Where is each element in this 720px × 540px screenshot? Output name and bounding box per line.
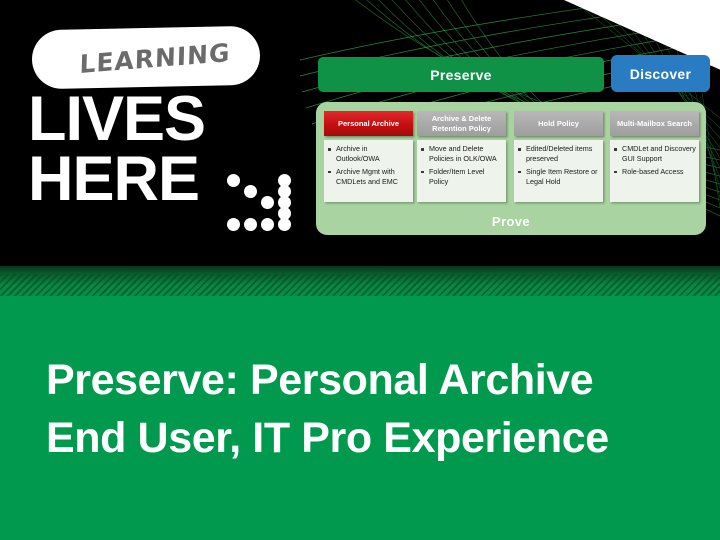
column-body: Move and Delete Policies in OLK/OWA Fold… [417,140,506,202]
diagram-column-archive-delete-retention-policy[interactable]: Archive & Delete Retention Policy Move a… [417,111,506,202]
prove-panel-label: Prove [491,214,531,229]
list-item: Archive in Outlook/OWA [327,144,410,165]
preserve-header-label: Preserve [430,66,492,83]
diagram-column-multi-mailbox-search[interactable]: Multi-Mailbox Search CMDLet and Discover… [610,111,699,202]
learning-lives-here-logo: LEARNING LIVES HERE [22,25,322,238]
diagram-column-hold-policy[interactable]: Hold Policy Edited/Deleted items preserv… [514,111,603,202]
list-item: CMDLet and Discovery GUI Support [613,144,696,165]
slide-body: Preserve: Personal Archive End User, IT … [0,296,720,540]
logo-word-here: HERE [28,144,200,214]
slide-root: LEARNING LIVES HERE Preserve Discover Pe… [0,0,720,540]
logo-word-lives: LIVES [28,84,206,154]
list-item: Role-based Access [613,167,696,177]
page-title-line2: End User, IT Pro Experience [46,414,609,463]
column-body: Archive in Outlook/OWA Archive Mgmt with… [324,140,413,202]
column-body: Edited/Deleted items preserved Single It… [514,140,603,202]
page-title-line1: Preserve: Personal Archive [46,356,594,404]
column-header: Personal Archive [324,111,413,136]
page-title: Preserve: Personal Archive End User, IT … [46,351,706,467]
list-item: Archive Mgmt with CMDLets and EMC [327,167,410,188]
column-header: Multi-Mailbox Search [610,111,699,136]
column-header: Archive & Delete Retention Policy [417,111,506,136]
preserve-header-bar[interactable]: Preserve [318,57,604,92]
discover-header-bar[interactable]: Discover [611,55,710,92]
stripe-texture [0,274,720,298]
discover-header-label: Discover [629,65,692,82]
column-body: CMDLet and Discovery GUI Support Role-ba… [610,140,699,202]
chevron-dots-icon [227,174,313,238]
prove-panel: Personal Archive Archive in Outlook/OWA … [316,102,706,235]
list-item: Single Item Restore or Legal Hold [517,167,600,188]
top-black-band: LEARNING LIVES HERE Preserve Discover Pe… [0,0,720,266]
list-item: Folder/Item Level Policy [420,167,503,188]
column-header: Hold Policy [514,111,603,136]
diagram-column-personal-archive[interactable]: Personal Archive Archive in Outlook/OWA … [324,111,413,202]
list-item: Edited/Deleted items preserved [517,144,600,165]
list-item: Move and Delete Policies in OLK/OWA [420,144,503,165]
striped-transition-band [0,266,720,298]
